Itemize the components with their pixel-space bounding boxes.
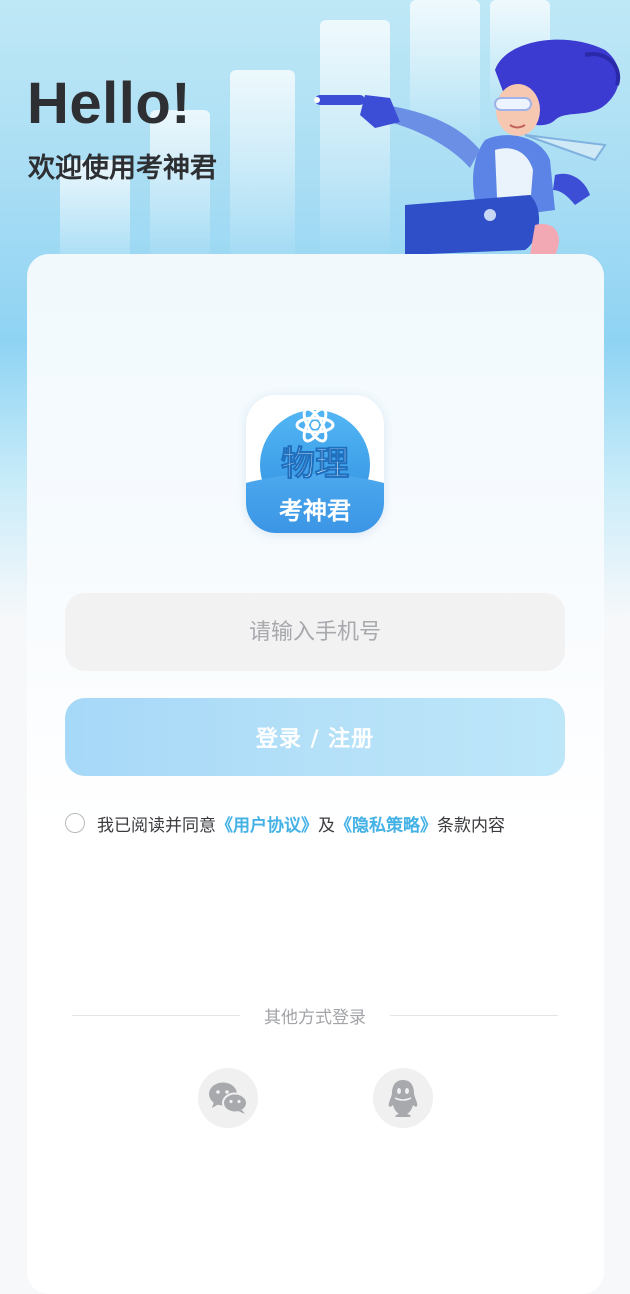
divider-line-left <box>72 1014 240 1016</box>
atom-icon: 物理 考神君 <box>246 395 384 533</box>
wechat-icon <box>209 1082 248 1114</box>
qq-icon <box>388 1080 418 1117</box>
wechat-login-button[interactable] <box>198 1068 258 1128</box>
logo-brand-text: 考神君 <box>279 497 351 525</box>
agreement-row: 我已阅读并同意 《用户协议》 及 《隐私策略》 条款内容 <box>65 808 575 838</box>
agreement-checkbox[interactable] <box>65 813 85 833</box>
login-register-button[interactable]: 登录 / 注册 <box>65 698 565 776</box>
phone-input[interactable] <box>65 593 565 671</box>
agreement-suffix: 条款内容 <box>437 815 505 836</box>
hello-heading: Hello! <box>27 71 192 136</box>
privacy-policy-link[interactable]: 《隐私策略》 <box>335 811 437 836</box>
qq-login-button[interactable] <box>373 1068 433 1128</box>
login-register-label: 登录 / 注册 <box>255 727 375 752</box>
logo-subject-text: 物理 <box>281 444 349 484</box>
app-logo: 物理 考神君 <box>246 395 384 533</box>
welcome-subtitle: 欢迎使用考神君 <box>28 153 217 184</box>
divider-line-right <box>390 1014 558 1016</box>
girl-illustration <box>314 39 621 255</box>
other-login-divider: 其他方式登录 <box>72 1000 558 1030</box>
agreement-and: 及 <box>318 815 335 836</box>
agreement-prefix: 我已阅读并同意 <box>97 815 216 836</box>
user-agreement-link[interactable]: 《用户协议》 <box>216 811 318 836</box>
other-login-label: 其他方式登录 <box>264 1007 366 1028</box>
